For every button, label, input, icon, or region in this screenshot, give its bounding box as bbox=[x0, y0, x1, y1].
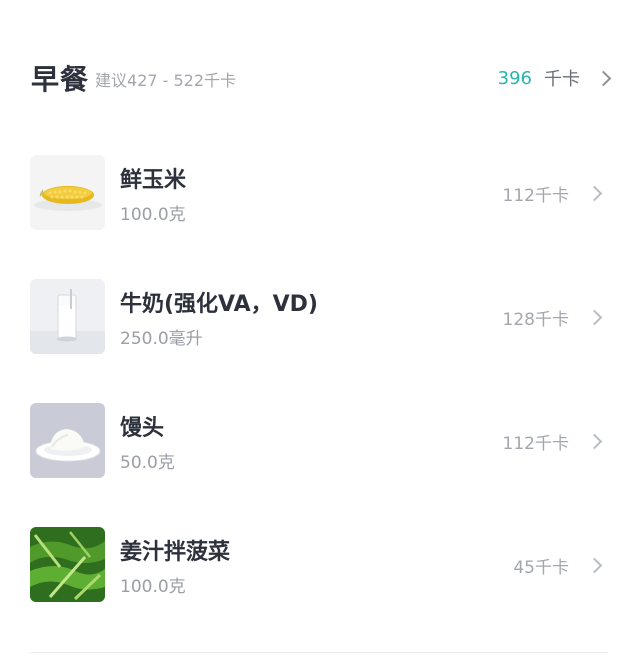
meal-title: 早餐 bbox=[31, 63, 90, 96]
food-item-corn[interactable]: 鲜玉米 100.0克 112千卡 bbox=[30, 155, 608, 231]
food-kcal-value: 45千卡 bbox=[513, 558, 569, 578]
food-amount: 100.0克 bbox=[120, 205, 186, 225]
food-item-spinach[interactable]: 姜汁拌菠菜 100.0克 45千卡 bbox=[30, 527, 608, 603]
food-name: 馒头 bbox=[120, 416, 165, 441]
corn-thumbnail bbox=[30, 155, 105, 230]
meal-total-kcal: 396 bbox=[497, 67, 532, 89]
food-name: 鲜玉米 bbox=[120, 168, 187, 193]
food-kcal: 112千卡 bbox=[502, 429, 603, 454]
food-amount: 250.0毫升 bbox=[120, 329, 203, 349]
food-amount: 100.0克 bbox=[120, 577, 186, 597]
food-kcal: 112千卡 bbox=[502, 181, 603, 206]
food-name: 姜汁拌菠菜 bbox=[120, 540, 231, 565]
food-kcal-value: 128千卡 bbox=[502, 310, 569, 330]
food-kcal-value: 112千卡 bbox=[502, 186, 569, 206]
chevron-right-icon bbox=[586, 185, 603, 202]
food-kcal: 45千卡 bbox=[513, 553, 603, 578]
food-item-steamed-bun[interactable]: 馒头 50.0克 112千卡 bbox=[30, 403, 608, 479]
spinach-thumbnail bbox=[30, 527, 105, 602]
chevron-right-icon bbox=[586, 557, 603, 574]
chevron-right-icon bbox=[586, 433, 603, 450]
steamed-bun-thumbnail bbox=[30, 403, 105, 478]
meal-suggestion: 建议427 - 522千卡 bbox=[95, 71, 237, 90]
food-item-milk[interactable]: 牛奶(强化VA，VD) 250.0毫升 128千卡 bbox=[30, 279, 608, 355]
meal-total[interactable]: 396 千卡 bbox=[497, 65, 612, 91]
milk-thumbnail bbox=[30, 279, 105, 354]
meal-total-unit: 千卡 bbox=[544, 69, 580, 90]
food-kcal: 128千卡 bbox=[502, 305, 603, 330]
food-name: 牛奶(强化VA，VD) bbox=[120, 292, 318, 317]
meal-header[interactable]: 早餐 建议427 - 522千卡 396 千卡 bbox=[31, 56, 612, 100]
food-kcal-value: 112千卡 bbox=[502, 434, 569, 454]
chevron-right-icon bbox=[595, 70, 612, 86]
chevron-right-icon bbox=[586, 309, 603, 326]
divider bbox=[30, 652, 608, 653]
food-amount: 50.0克 bbox=[120, 453, 175, 473]
